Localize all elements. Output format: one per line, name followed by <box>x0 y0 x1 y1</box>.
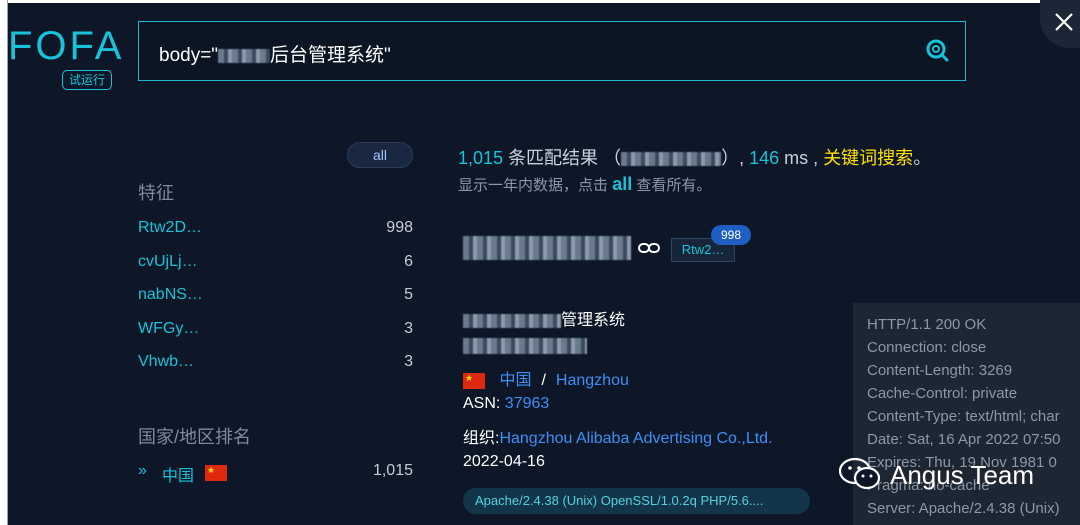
fingerprint-count-badge: 998 <box>711 225 751 245</box>
redacted-text <box>218 48 271 63</box>
feature-name[interactable]: Rtw2D… <box>138 219 202 237</box>
search-query[interactable]: body=" 后台管理系统" <box>159 40 391 67</box>
search-icon[interactable] <box>925 38 949 62</box>
header-line: Connection: close <box>867 339 987 356</box>
result-host-link[interactable] <box>463 236 631 260</box>
result-summary: 1,015 条匹配结果 （ ）, 146 ms , 关键词搜索。 <box>458 144 931 170</box>
close-button[interactable] <box>1040 0 1080 48</box>
result-date: 2022-04-16 <box>463 453 545 470</box>
result-org: 组织:Hangzhou Alibaba Advertising Co.,Ltd. <box>463 424 773 448</box>
query-time: 146 <box>749 148 780 168</box>
china-flag-icon <box>463 372 485 389</box>
window-top-edge <box>0 0 1080 3</box>
result-count: 1,015 <box>458 148 504 168</box>
feature-name[interactable]: nabNS… <box>138 286 203 304</box>
result-title-suffix: 管理系统 <box>561 312 626 329</box>
matches-text: 条匹配结果 <box>508 148 599 168</box>
close-icon <box>1055 13 1073 31</box>
features-title: 特征 <box>138 183 174 203</box>
header-line: Content-Type: text/html; char <box>867 408 1060 425</box>
redacted-text <box>621 152 722 167</box>
chevron-right-icon: » <box>138 462 147 479</box>
paren-open: （ <box>603 148 622 168</box>
header-line: Server: Apache/2.4.38 (Unix) <box>867 500 1060 517</box>
org-link[interactable]: Hangzhou Alibaba Advertising Co.,Ltd. <box>499 430 772 447</box>
search-input[interactable]: body=" 后台管理系统" <box>138 21 966 81</box>
keyword-search-link[interactable]: 关键词搜索 <box>823 148 913 168</box>
header-line: Content-Length: 3269 <box>867 362 1013 379</box>
feature-row[interactable]: Rtw2D… 998 <box>138 219 413 241</box>
geo-separator: / <box>541 372 546 389</box>
header-line: HTTP/1.1 200 OK <box>867 316 987 333</box>
feature-row[interactable]: nabNS… 5 <box>138 286 413 308</box>
subtext-suffix: 查看所有。 <box>636 177 712 194</box>
search-query-prefix: body=" <box>159 45 219 66</box>
feature-row[interactable]: cvUjLj… 6 <box>138 253 413 275</box>
asn-link[interactable]: 37963 <box>505 395 550 412</box>
feature-count: 3 <box>404 320 413 337</box>
all-filter-button[interactable]: all <box>347 142 413 168</box>
redacted-text <box>463 313 561 328</box>
search-query-suffix: 后台管理系统" <box>270 45 391 66</box>
feature-name[interactable]: WFGy… <box>138 320 199 338</box>
country-name[interactable]: 中国 <box>162 462 194 486</box>
paren-close: ）, <box>721 148 745 168</box>
header-line: Cache-Control: private <box>867 385 1018 402</box>
server-banner-tag[interactable]: Apache/2.4.38 (Unix) OpenSSL/1.0.2q PHP/… <box>463 488 810 514</box>
result-country[interactable]: 中国 <box>499 372 531 389</box>
result-title: 管理系统 <box>463 306 625 330</box>
feature-row[interactable]: WFGy… 3 <box>138 320 413 342</box>
china-flag-icon <box>205 464 227 481</box>
feature-count: 6 <box>404 253 413 270</box>
feature-name[interactable]: Vhwb… <box>138 353 194 371</box>
watermark-text: Angus Team <box>890 460 1035 490</box>
result-ip-redacted <box>463 338 587 354</box>
feature-count: 998 <box>386 219 413 236</box>
feature-count: 3 <box>404 353 413 370</box>
summary-period: 。 <box>913 148 932 168</box>
time-unit: ms , <box>784 148 819 168</box>
window-left-edge <box>0 0 8 525</box>
wechat-icon <box>838 457 881 490</box>
header-line: Date: Sat, 16 Apr 2022 07:50 <box>867 431 1061 448</box>
org-label: 组织: <box>463 430 500 447</box>
subtext-prefix: 显示一年内数据，点击 <box>458 177 609 194</box>
logo-text: FOFA <box>8 24 125 68</box>
feature-row[interactable]: Vhwb… 3 <box>138 353 413 375</box>
feature-name[interactable]: cvUjLj… <box>138 253 198 271</box>
result-subtext: 显示一年内数据，点击 all 查看所有。 <box>458 174 711 195</box>
country-count: 1,015 <box>372 462 413 479</box>
asn-label: ASN: <box>463 395 501 412</box>
result-city[interactable]: Hangzhou <box>556 372 629 389</box>
trial-badge: 试运行 <box>62 70 113 90</box>
feature-count: 5 <box>404 286 413 303</box>
result-geo: 中国 / Hangzhou <box>463 366 629 390</box>
country-ranking-title: 国家/地区排名 <box>138 427 252 447</box>
country-row[interactable]: » 中国 1,015 <box>138 462 413 486</box>
fofa-logo[interactable]: FOFA 试运行 <box>8 22 128 92</box>
link-icon[interactable] <box>638 242 660 254</box>
result-asn: ASN: 37963 <box>463 395 549 413</box>
show-all-link[interactable]: all <box>612 174 632 194</box>
watermark: Angus Team <box>838 456 1068 496</box>
